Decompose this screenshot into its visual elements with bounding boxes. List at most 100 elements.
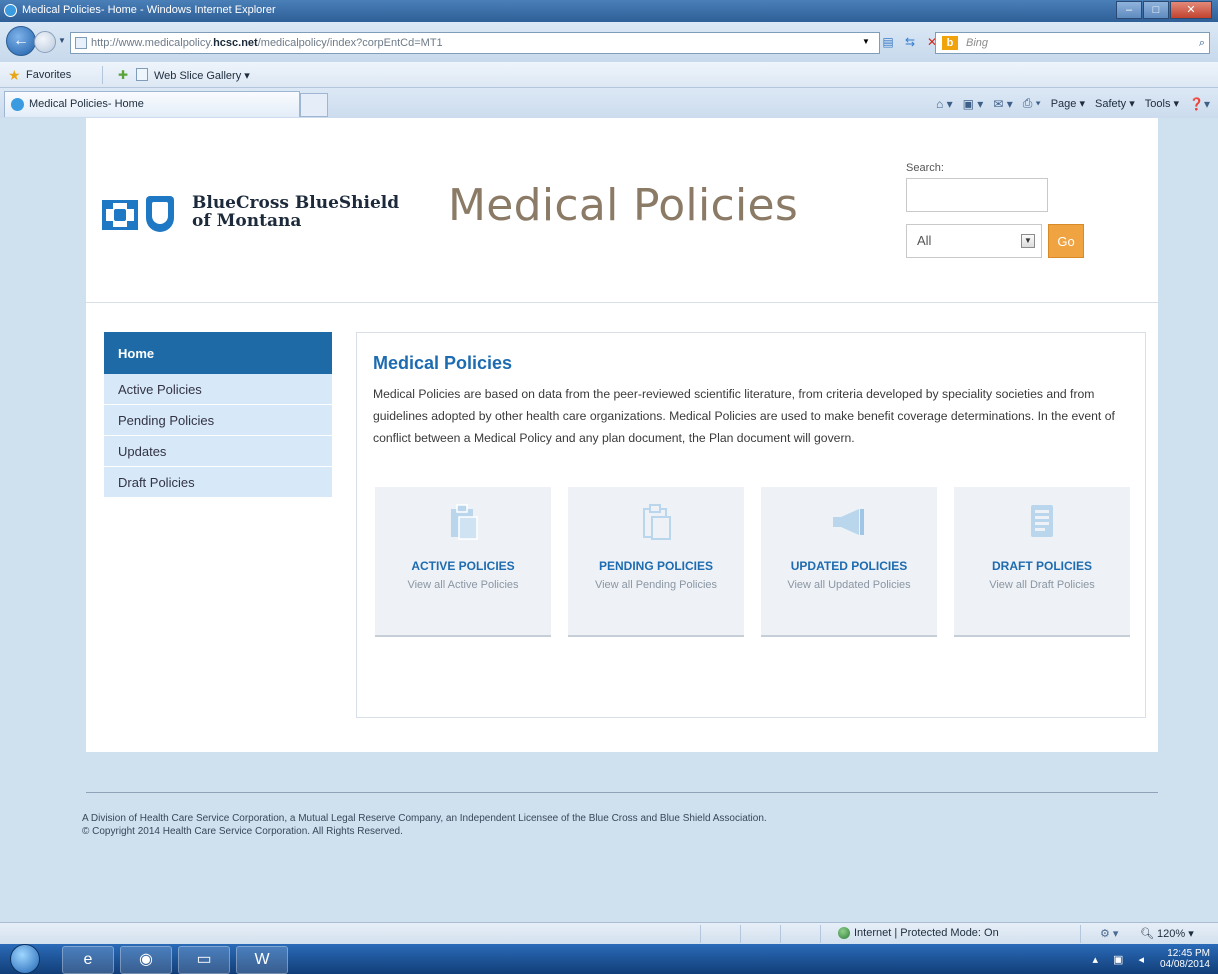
home-icon[interactable]: ⌂ ▾ [936,97,953,111]
tile-subtitle: View all Updated Policies [787,579,911,591]
clipboard-icon [451,504,478,540]
favorites-divider [102,66,103,84]
system-tray-icons[interactable]: ▴ ▣ ◂ [1092,953,1150,966]
address-domain: hcsc.net [213,37,258,49]
footer-line2: © Copyright 2014 Health Care Service Cor… [82,826,403,837]
globe-icon [838,927,850,940]
tile-title: PENDING POLICIES [598,559,714,573]
header-divider [86,302,1158,303]
status-bar: Internet | Protected Mode: On ⚙ ▾ 🔍︎ 120… [0,922,1218,944]
taskbar-explorer-button[interactable]: ▭ [178,946,230,974]
tile-subtitle: View all Draft Policies [989,579,1095,591]
window-controls: – □ ✕ [1115,1,1212,19]
search-scope-value: All [917,233,932,248]
favorites-star-icon[interactable]: ★ [8,67,21,84]
address-actions: ▼ ▤ ⇆ ✕ [858,34,940,50]
intro-text: Medical Policies are based on data from … [373,387,1115,445]
feeds-icon[interactable]: ▣ ▾ [963,97,984,111]
blue-shield-icon [146,196,174,232]
back-button[interactable]: ← [6,26,36,56]
sidebar-item-draft-policies[interactable]: Draft Policies [104,467,332,498]
sidebar-item-pending-policies[interactable]: Pending Policies [104,405,332,436]
address-bar[interactable]: http://www.medicalpolicy.hcsc.net/medica… [70,32,880,54]
tab-ie-icon [11,98,24,111]
clipboard-outline-icon [643,504,671,540]
status-divider [740,925,741,943]
start-button[interactable] [10,944,40,974]
tile-title: ACTIVE POLICIES [411,559,515,573]
tile-subtitle: View all Active Policies [407,579,519,591]
logo-line1: BlueCross BlueShield [192,193,400,213]
security-zone[interactable]: Internet | Protected Mode: On [838,927,999,940]
page-viewport: BlueCross BlueShield of Montana Medical … [8,118,1206,918]
footer: A Division of Health Care Service Corpor… [82,812,767,838]
go-button[interactable]: Go [1048,224,1084,258]
command-bar: ⌂ ▾ ▣ ▾ ✉ ▾ ⎙ ▾ Page ▾ Safety ▾ Tools ▾ … [936,96,1210,111]
system-clock[interactable]: 12:45 PM 04/08/2014 [1160,948,1210,970]
bing-icon: b [942,36,958,50]
megaphone-icon [833,509,864,535]
taskbar-word-button[interactable]: W [236,946,288,974]
maximize-button[interactable]: □ [1143,1,1169,19]
tab-medical-policies[interactable]: Medical Policies- Home [4,91,300,117]
logo-line2: of Montana [192,211,302,231]
mail-icon[interactable]: ✉ ▾ [993,97,1012,111]
search-input[interactable] [906,178,1048,212]
sidebar-item-active-policies[interactable]: Active Policies [104,374,332,405]
status-divider [700,925,701,943]
clock-time: 12:45 PM [1167,948,1210,959]
search-label: Search: [906,162,944,174]
tile-updated-policies[interactable]: UPDATED POLICIES View all Updated Polici… [761,487,937,637]
tile-title: UPDATED POLICIES [790,559,908,573]
blue-cross-icon [102,200,138,230]
tile-draft-policies[interactable]: DRAFT POLICIES View all Draft Policies [954,487,1130,637]
search-scope-select[interactable]: All ▼ [906,224,1042,258]
sidebar-item-updates[interactable]: Updates [104,436,332,467]
windows-taskbar: e ◉ ▭ W ▴ ▣ ◂ 12:45 PM 04/08/2014 [0,944,1218,974]
browser-search-box[interactable]: b Bing ⌕ [935,32,1210,54]
tab-title: Medical Policies- Home [29,98,144,110]
status-divider [1080,925,1081,943]
help-icon[interactable]: ❓▾ [1189,97,1210,111]
forward-button[interactable] [34,31,56,53]
logo-text: BlueCross BlueShield of Montana [192,194,399,230]
taskbar-ie-button[interactable]: e [62,946,114,974]
protected-mode-icon[interactable]: ⚙ ▾ [1100,927,1118,940]
close-button[interactable]: ✕ [1170,1,1212,19]
favorites-bar: ★ Favorites ✚ Web Slice Gallery ▾ [0,62,1218,88]
web-slice-gallery-link[interactable]: Web Slice Gallery ▾ [154,69,250,82]
tools-menu[interactable]: Tools ▾ [1145,97,1179,110]
page-menu[interactable]: Page ▾ [1051,97,1085,110]
new-tab-button[interactable] [300,93,328,117]
window-title: Medical Policies- Home - Windows Interne… [22,4,276,16]
address-row: ← ▼ http://www.medicalpolicy.hcsc.net/me… [0,22,1218,62]
security-zone-label: Internet | Protected Mode: On [854,927,999,939]
history-dropdown-icon[interactable]: ▼ [58,36,66,45]
refresh-icon[interactable]: ⇆ [902,34,918,50]
search-icon[interactable]: ⌕ [1199,33,1205,53]
print-icon[interactable]: ⎙ ▾ [1023,96,1041,111]
minimize-button[interactable]: – [1116,1,1142,19]
compatibility-icon[interactable]: ▤ [880,34,896,50]
site-title: Medical Policies [448,180,799,231]
footer-line1: A Division of Health Care Service Corpor… [82,813,767,824]
page-icon [75,37,87,49]
favorites-button[interactable]: Favorites [26,69,71,81]
address-dropdown-icon[interactable]: ▼ [858,34,874,50]
zoom-level[interactable]: 🔍︎ 120% ▾ [1140,927,1194,940]
tab-row: Medical Policies- Home ⌂ ▾ ▣ ▾ ✉ ▾ ⎙ ▾ P… [0,88,1218,118]
page-heading: Medical Policies [373,353,513,373]
safety-menu[interactable]: Safety ▾ [1095,97,1135,110]
tile-subtitle: View all Pending Policies [594,579,718,591]
tile-active-policies[interactable]: ACTIVE POLICIES View all Active Policies [375,487,551,637]
taskbar-firefox-button[interactable]: ◉ [120,946,172,974]
address-prefix: http://www.medicalpolicy. [91,37,214,49]
add-favorite-icon[interactable]: ✚ [118,68,128,82]
status-divider [780,925,781,943]
status-divider [820,925,821,943]
tile-pending-policies[interactable]: PENDING POLICIES View all Pending Polici… [568,487,744,637]
document-icon [1031,505,1053,537]
sidebar-item-home[interactable]: Home [104,332,332,374]
chevron-down-icon[interactable]: ▼ [1021,234,1035,248]
ie-logo-icon [4,4,17,17]
